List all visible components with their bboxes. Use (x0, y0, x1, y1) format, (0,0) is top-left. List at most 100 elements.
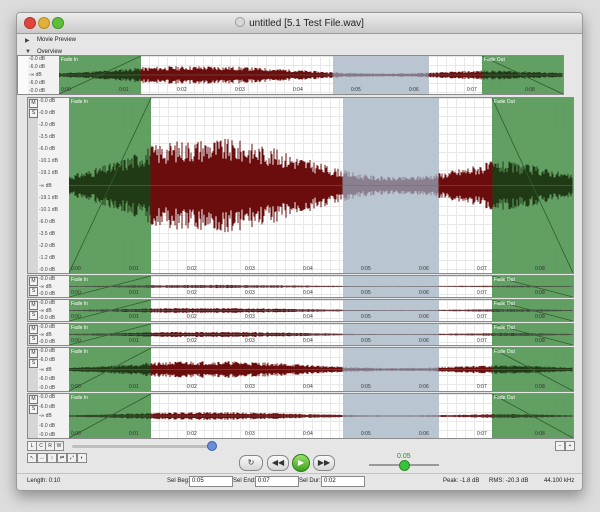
time-tick: 0:07 (477, 266, 487, 272)
time-tick: 0:01 (129, 384, 139, 390)
db-label: -∞ dB (39, 307, 52, 314)
solo-button[interactable]: S (29, 311, 38, 320)
tool-button-3[interactable]: ↕ (47, 453, 57, 463)
mute-button[interactable]: M (29, 349, 38, 358)
rewind-button[interactable]: ◀◀ (267, 455, 289, 471)
sel-dur-label: Sel Dur: (299, 478, 321, 484)
tool-button-5[interactable]: ⤢ (67, 453, 77, 463)
time-tick: 0:01 (129, 266, 139, 272)
play-button[interactable]: ▶ (292, 454, 310, 472)
zoom-out-button[interactable]: − (555, 441, 565, 451)
fade-in-label: Fade In (71, 277, 88, 283)
volume-slider-knob[interactable] (399, 460, 410, 471)
db-label: -6.0 dB (29, 64, 46, 70)
sel-end-field[interactable]: 0:07 (255, 476, 299, 487)
time-tick: 0:02 (177, 87, 187, 93)
time-tick: 0:03 (245, 338, 255, 344)
sel-beg-label: Sel Beg: (167, 478, 190, 484)
time-tick: 0:06 (419, 314, 429, 320)
time-tick: 0:03 (245, 384, 255, 390)
db-label: -10.1 dB (39, 158, 58, 165)
time-tick: 0:00 (71, 314, 81, 320)
overview-panel[interactable]: MS-0.0 dB-6.0 dB-∞ dB-6.0 dB-0.0 dBFade … (17, 55, 564, 95)
tool-button-1[interactable]: ↖ (27, 453, 37, 463)
tool-button-4[interactable]: ⇄ (57, 453, 67, 463)
solo-button[interactable]: S (29, 405, 38, 414)
db-label: -0.0 dB (39, 339, 56, 345)
db-label: -2.0 dB (39, 122, 56, 129)
time-tick: 0:00 (71, 338, 81, 344)
db-label: -∞ dB (29, 72, 42, 78)
loop-button[interactable]: ↻ (239, 455, 263, 471)
time-tick: 0:07 (477, 338, 487, 344)
fade-in-label: Fade In (71, 301, 88, 307)
audio-track-3[interactable]: M S -0.0 dB -∞ dB -0.0 dB Fade In Fade Out 0:00… (27, 299, 574, 322)
tool-button-6[interactable]: ◐ (77, 453, 87, 463)
waveform-area[interactable]: Fade In Fade Out 0:00 0:01 0:02 0:03 0:04 0:05 0… (59, 56, 563, 94)
waveform-area[interactable]: Fade In Fade Out 0:00 0:01 0:02 0:03 0:04 0:05 0… (69, 394, 573, 438)
solo-button[interactable]: S (29, 109, 38, 118)
time-tick: 0:07 (477, 384, 487, 390)
time-tick: 0:02 (187, 384, 197, 390)
mute-button[interactable]: M (29, 99, 38, 108)
solo-button[interactable]: S (29, 287, 38, 296)
volume-value: 0.05 (397, 453, 411, 460)
movie-preview-label[interactable]: Movie Preview (37, 37, 76, 43)
time-tick: 0:06 (419, 384, 429, 390)
db-label: -∞ dB (39, 366, 52, 373)
zoom-slider-track[interactable] (72, 445, 212, 448)
waveform-area[interactable]: Fade In Fade Out 0:00 0:01 0:02 0:03 0:04 0:05 0… (69, 276, 573, 297)
db-axis: -0.0 dB -∞ dB -0.0 dB (38, 324, 70, 345)
mute-button[interactable]: M (29, 325, 38, 334)
fade-in-label: Fade In (71, 349, 88, 355)
db-axis: -0.0 dB -6.0 dB -∞ dB -6.0 dB -0.0 dB (38, 348, 70, 391)
fade-out-label: Fade Out (494, 395, 515, 401)
time-tick: 0:05 (361, 338, 371, 344)
time-tick: 0:03 (245, 290, 255, 296)
time-tick: 0:06 (419, 338, 429, 344)
mute-button[interactable]: M (29, 277, 38, 286)
solo-button[interactable]: S (29, 335, 38, 344)
fade-out-label: Fade Out (484, 57, 505, 63)
waveform-area[interactable]: Fade In Fade Out 0:00 0:01 0:02 0:03 0:04 0:05 0… (69, 300, 573, 321)
waveform-area[interactable]: Fade In Fade Out 0:00 0:01 0:02 0:03 0:04 0:05 0… (69, 98, 573, 273)
db-label: -10.1 dB (39, 206, 58, 213)
time-tick: 0:04 (293, 87, 303, 93)
audio-track-6[interactable]: M S -0.0 dB -6.0 dB -∞ dB -6.0 dB -0.0 dB Fade … (27, 393, 574, 439)
movie-preview-disclosure-icon[interactable]: ▶ (25, 37, 30, 44)
time-tick: 0:06 (409, 87, 419, 93)
time-tick: 0:02 (187, 314, 197, 320)
db-label: -1.2 dB (39, 254, 56, 261)
db-label: -0.0 dB (29, 56, 46, 62)
audio-track-5[interactable]: M S -0.0 dB -6.0 dB -∞ dB -6.0 dB -0.0 dB Fade … (27, 347, 574, 392)
waveform-area[interactable]: Fade In Fade Out 0:00 0:01 0:02 0:03 0:04 0:05 0… (69, 324, 573, 345)
mute-button[interactable]: M (29, 301, 38, 310)
waveform-area[interactable]: Fade In Fade Out 0:00 0:01 0:02 0:03 0:04 0:05 0… (69, 348, 573, 391)
db-label: -0.0 dB (39, 276, 56, 282)
time-tick: 0:03 (235, 87, 245, 93)
db-label: -6.0 dB (39, 403, 56, 410)
fast-forward-button[interactable]: ▶▶ (313, 455, 335, 471)
db-label: -6.0 dB (39, 375, 56, 382)
zoom-slider-knob[interactable] (207, 441, 217, 451)
db-label: -19.1 dB (39, 194, 58, 201)
sel-dur-field[interactable]: 0:02 (321, 476, 365, 487)
audio-track-1[interactable]: M S -0.0 dB -0.9 dB -2.0 dB -3.5 dB -6.0 dB -10… (27, 97, 574, 274)
mute-button[interactable]: M (29, 395, 38, 404)
tool-button-2[interactable]: ↔ (37, 453, 47, 463)
zoom-in-button[interactable]: + (565, 441, 575, 451)
solo-button[interactable]: S (29, 359, 38, 368)
audio-track-4[interactable]: M S -0.0 dB -∞ dB -0.0 dB Fade In Fade Out 0:00… (27, 323, 574, 346)
time-tick: 0:04 (303, 314, 313, 320)
time-tick: 0:05 (361, 314, 371, 320)
channel-button-w[interactable]: W (54, 441, 64, 451)
time-tick: 0:06 (419, 431, 429, 437)
audio-track-2[interactable]: M S -0.0 dB -∞ dB -0.0 dB Fade In Fade Out 0:00… (27, 275, 574, 298)
db-label: -6.0 dB (39, 357, 56, 364)
time-tick: 0:02 (187, 431, 197, 437)
db-label: -0.0 dB (39, 315, 56, 321)
sel-beg-field[interactable]: 0:05 (189, 476, 233, 487)
time-tick: 0:02 (187, 266, 197, 272)
db-label: -6.0 dB (29, 80, 46, 86)
db-label: -6.0 dB (39, 422, 56, 429)
